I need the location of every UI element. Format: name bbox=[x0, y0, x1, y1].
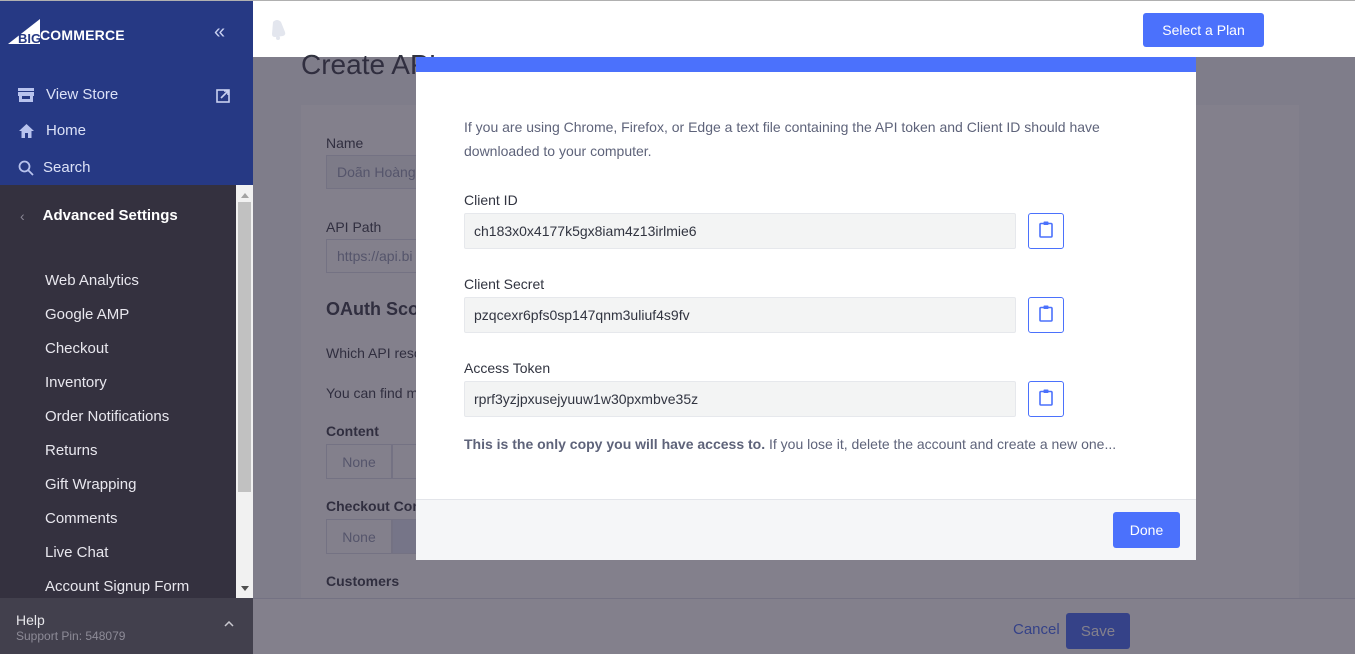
sidebar-item-home[interactable]: Home bbox=[16, 122, 86, 139]
help-title: Help bbox=[16, 612, 45, 628]
sidebar-item-web-analytics[interactable]: Web Analytics bbox=[45, 270, 189, 304]
logo-triangle-icon: BIG bbox=[8, 19, 41, 45]
done-button[interactable]: Done bbox=[1113, 512, 1180, 548]
sidebar-item-search[interactable]: Search bbox=[16, 159, 91, 176]
sidebar-item-order-notifications[interactable]: Order Notifications bbox=[45, 406, 189, 440]
chevron-up-icon[interactable] bbox=[224, 616, 234, 630]
clipboard-icon bbox=[1039, 221, 1053, 241]
client-id-field[interactable]: ch183x0x4177k5gx8iam4z13irlmie6 bbox=[464, 213, 1016, 249]
warning-rest: If you lose it, delete the account and c… bbox=[765, 436, 1117, 452]
svg-text:BIG: BIG bbox=[18, 31, 41, 45]
clipboard-icon bbox=[1039, 305, 1053, 325]
client-secret-field[interactable]: pzqcexr6pfs0sp147qnm3uliuf4s9fv bbox=[464, 297, 1016, 333]
sidebar-item-view-store[interactable]: View Store bbox=[16, 86, 118, 103]
collapse-sidebar-button[interactable]: « bbox=[214, 22, 225, 42]
advanced-settings-back[interactable]: ‹ Advanced Settings bbox=[20, 207, 178, 224]
external-link-icon[interactable] bbox=[216, 89, 230, 108]
sidebar-item-live-chat[interactable]: Live Chat bbox=[45, 542, 189, 576]
section-title: Advanced Settings bbox=[42, 207, 178, 224]
logo-text: COMMERCE bbox=[40, 27, 125, 43]
scroll-thumb[interactable] bbox=[238, 202, 251, 492]
sidebar-header: BIG COMMERCE « View Store Home Search bbox=[0, 0, 253, 185]
sidebar-item-google-amp[interactable]: Google AMP bbox=[45, 304, 189, 338]
bigcommerce-logo[interactable]: BIG COMMERCE bbox=[8, 15, 125, 45]
sidebar-item-label: Search bbox=[43, 159, 91, 176]
select-plan-button[interactable]: Select a Plan bbox=[1143, 13, 1264, 47]
client-id-label: Client ID bbox=[464, 192, 518, 208]
scroll-down-arrow-icon[interactable] bbox=[236, 580, 253, 596]
sidebar: BIG COMMERCE « View Store Home Search ‹ … bbox=[0, 0, 253, 654]
clipboard-icon bbox=[1039, 389, 1053, 409]
settings-menu: Web Analytics Google AMP Checkout Invent… bbox=[45, 270, 189, 610]
modal-intro-text: If you are using Chrome, Firefox, or Edg… bbox=[464, 119, 1100, 159]
warning-bold: This is the only copy you will have acce… bbox=[464, 436, 766, 452]
bell-icon[interactable] bbox=[269, 18, 289, 45]
copy-client-secret-button[interactable] bbox=[1028, 297, 1064, 333]
client-secret-label: Client Secret bbox=[464, 276, 545, 292]
support-pin: Support Pin: 548079 bbox=[16, 629, 126, 643]
api-credentials-modal: If you are using Chrome, Firefox, or Edg… bbox=[416, 57, 1196, 560]
copy-access-token-button[interactable] bbox=[1028, 381, 1064, 417]
sidebar-scrollbar[interactable] bbox=[236, 185, 253, 598]
double-chevron-left-icon: « bbox=[214, 21, 226, 43]
copy-client-id-button[interactable] bbox=[1028, 213, 1064, 249]
sidebar-item-checkout[interactable]: Checkout bbox=[45, 338, 189, 372]
sidebar-item-inventory[interactable]: Inventory bbox=[45, 372, 189, 406]
chevron-left-icon: ‹ bbox=[20, 207, 25, 224]
access-token-label: Access Token bbox=[464, 360, 551, 376]
sidebar-item-label: Home bbox=[46, 122, 87, 139]
warning-text: This is the only copy you will have acce… bbox=[464, 436, 1116, 452]
help-panel[interactable]: Help Support Pin: 548079 bbox=[0, 598, 253, 654]
scroll-up-arrow-icon[interactable] bbox=[236, 187, 253, 203]
sidebar-item-label: View Store bbox=[46, 86, 119, 103]
sidebar-item-returns[interactable]: Returns bbox=[45, 440, 189, 474]
search-icon bbox=[16, 160, 36, 176]
store-icon bbox=[16, 87, 36, 103]
access-token-field[interactable]: rprf3yzjpxusejyuuw1w30pxmbve35z bbox=[464, 381, 1016, 417]
modal-footer: Done bbox=[416, 499, 1196, 560]
modal-accent-bar bbox=[416, 57, 1196, 72]
home-icon bbox=[16, 123, 36, 139]
sidebar-item-comments[interactable]: Comments bbox=[45, 508, 189, 542]
sidebar-item-gift-wrapping[interactable]: Gift Wrapping bbox=[45, 474, 189, 508]
